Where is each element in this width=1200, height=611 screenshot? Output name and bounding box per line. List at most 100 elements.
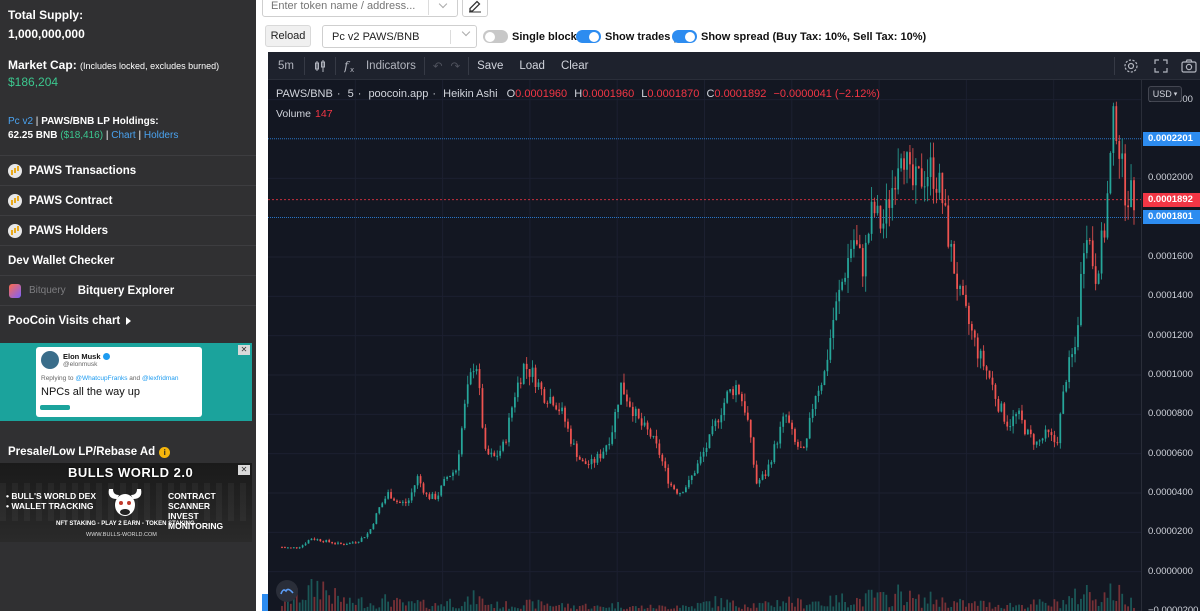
settings-gear-icon[interactable] — [1116, 52, 1146, 80]
candle-body — [997, 398, 1000, 412]
volume-bar — [965, 606, 967, 611]
candle-body — [549, 397, 552, 404]
candle-body — [758, 479, 761, 484]
chevron-down-icon — [461, 27, 471, 37]
candle-style-icon[interactable] — [305, 52, 335, 80]
candle-body — [799, 446, 802, 448]
volume-bar — [767, 602, 770, 611]
show-spread-toggle[interactable] — [672, 30, 697, 43]
candle-body — [920, 168, 923, 187]
load-button[interactable]: Load — [511, 52, 553, 80]
volume-bar — [997, 604, 1000, 611]
candle-body — [1100, 230, 1103, 274]
volume-bar — [1103, 592, 1106, 611]
candle-body — [1109, 152, 1112, 194]
save-button[interactable]: Save — [469, 52, 511, 80]
candle-body — [664, 461, 667, 468]
sidebar-item-dev-wallet-checker[interactable]: Dev Wallet Checker — [0, 245, 256, 275]
candle-body — [428, 494, 431, 499]
scrollbar[interactable] — [262, 594, 268, 611]
volume-bar — [861, 606, 864, 611]
volume-bar — [906, 601, 908, 611]
redo-icon[interactable]: ↷ — [450, 52, 468, 80]
volume-bar — [463, 601, 466, 611]
volume-bar — [310, 579, 313, 611]
price-chart[interactable]: 5m fx Indicators ↶ ↷ Save Load Clear 0.0… — [268, 52, 1200, 611]
candle-body — [487, 448, 490, 455]
candle-body — [906, 152, 908, 170]
single-blocks-toggle[interactable] — [483, 30, 508, 43]
sidebar: Total Supply: 1,000,000,000 Market Cap: … — [0, 0, 256, 611]
ad-close-icon[interactable]: ✕ — [238, 345, 250, 355]
volume-bar — [808, 604, 811, 611]
fullscreen-icon[interactable] — [1146, 52, 1176, 80]
volume-bar — [782, 601, 785, 611]
candle-body — [578, 456, 581, 460]
tradingview-logo-icon[interactable] — [276, 580, 298, 602]
candle-body — [749, 419, 752, 438]
camera-icon[interactable] — [1174, 52, 1200, 80]
sidebar-item-paws-holders[interactable]: PAWS Holders — [0, 215, 256, 245]
info-icon[interactable]: i — [159, 446, 171, 458]
sidebar-item-paws-contract[interactable]: PAWS Contract — [0, 185, 256, 215]
pair-select[interactable]: Pc v2 PAWS/BNB — [322, 25, 477, 48]
volume-value: 147 — [315, 108, 333, 120]
candle-body — [850, 248, 852, 259]
sidebar-item-poocoin-visits-chart[interactable]: PooCoin Visits chart — [0, 305, 256, 335]
volume-bar — [1118, 584, 1121, 611]
show-trades-toggle-row[interactable]: Show trades | — [576, 30, 677, 43]
total-supply: Total Supply: 1,000,000,000 — [8, 8, 85, 41]
candle-body — [667, 467, 670, 484]
single-blocks-toggle-row[interactable]: Single blocks — [483, 30, 583, 43]
volume-bar — [313, 596, 316, 611]
candle-body — [741, 394, 743, 402]
show-spread-toggle-row[interactable]: Show spread (Buy Tax: 10%, Sell Tax: 10%… — [672, 30, 926, 43]
candle-body — [1044, 429, 1047, 439]
candle-body — [743, 401, 746, 413]
candle-body — [393, 498, 395, 501]
volume-bar — [611, 603, 614, 611]
reload-button[interactable]: Reload — [265, 25, 311, 47]
candle-body — [587, 464, 590, 466]
edit-token-button[interactable] — [462, 0, 488, 17]
volume-bar — [994, 606, 997, 611]
candle-body — [1115, 106, 1118, 141]
candle-body — [1082, 253, 1085, 274]
indicators-button[interactable]: fx Indicators — [336, 52, 424, 80]
volume-bar — [1091, 600, 1094, 611]
candle-body — [637, 408, 640, 419]
candle-body — [1103, 230, 1106, 238]
lp-holders-link[interactable]: Holders — [144, 130, 178, 141]
candle-body — [289, 547, 292, 549]
market-cap-label: Market Cap: — [8, 58, 77, 72]
ad-close-icon[interactable]: ✕ — [238, 465, 250, 475]
sidebar-item-paws-transactions[interactable]: PAWS Transactions — [0, 155, 256, 185]
volume-bar — [514, 607, 516, 611]
bulls-ad-feature: • BULL'S WORLD DEX — [6, 491, 96, 501]
lp-version-link[interactable]: Pc v2 — [8, 116, 33, 127]
lp-chart-link[interactable]: Chart — [111, 130, 135, 141]
chart-plot-area[interactable] — [268, 80, 1141, 611]
volume-bar — [1065, 604, 1068, 611]
volume-bar — [897, 584, 900, 611]
currency-select[interactable]: USD ▾ — [1148, 86, 1182, 102]
candle-body — [965, 294, 967, 306]
tweet-ad-banner[interactable]: Elon Musk @elonmusk Replying to @Whatcup… — [0, 343, 252, 421]
bulls-ad-left-features: • BULL'S WORLD DEX • WALLET TRACKING — [6, 491, 96, 511]
volume-bar — [726, 599, 729, 611]
clear-button[interactable]: Clear — [553, 52, 596, 80]
bulls-world-ad-banner[interactable]: BULLS WORLD 2.0 • BULL'S WORLD DEX • WAL… — [0, 463, 252, 542]
candle-body — [519, 382, 522, 384]
price-axis[interactable]: 0.00024000.00020000.00016000.00014000.00… — [1141, 80, 1200, 611]
volume-bar — [1115, 600, 1118, 611]
token-search-dropdown[interactable] — [428, 0, 456, 15]
lp-title: PAWS/BNB LP Holdings: — [41, 116, 159, 127]
volume-bar — [617, 602, 619, 611]
volume-bar — [505, 601, 507, 611]
sidebar-item-bitquery-explorer[interactable]: Bitquery Bitquery Explorer — [0, 275, 256, 305]
candle-body — [708, 434, 711, 448]
show-trades-toggle[interactable] — [576, 30, 601, 43]
candle-body — [1091, 240, 1094, 267]
undo-icon[interactable]: ↶ — [425, 52, 451, 80]
interval-button[interactable]: 5m — [268, 52, 304, 80]
